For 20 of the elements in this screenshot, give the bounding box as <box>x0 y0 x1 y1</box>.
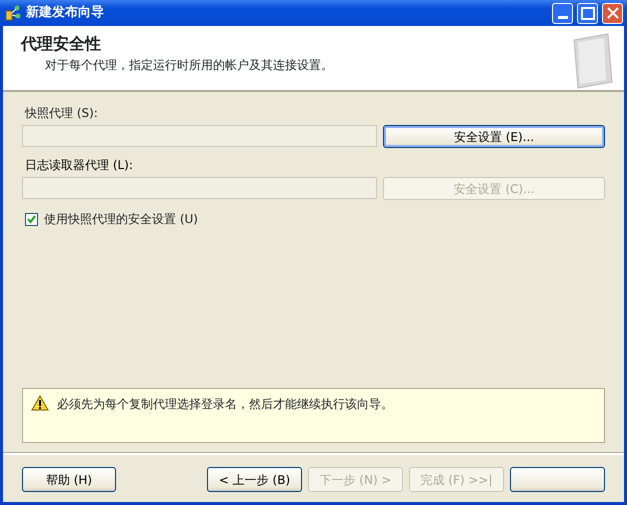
dialog-button[interactable]: 帮助 (H) <box>22 467 116 492</box>
message-text: 必须先为每个复制代理选择登录名，然后才能继续执行该向导。 <box>57 396 393 413</box>
field-label: 快照代理 (S): <box>25 105 99 122</box>
dialog-button[interactable]: < 上一步 (B) <box>207 467 302 492</box>
maximize-button[interactable] <box>577 2 598 24</box>
close-button[interactable] <box>602 2 623 24</box>
checkbox-label: 使用快照代理的安全设置 (U) <box>44 211 198 228</box>
warning-icon <box>31 395 49 411</box>
minimize-icon <box>558 16 568 18</box>
page-title: 代理安全性 <box>21 33 102 55</box>
page-subtitle: 对于每个代理，指定运行时所用的帐户及其连接设置。 <box>44 57 334 74</box>
minimize-button[interactable] <box>552 2 573 24</box>
maximize-icon <box>580 6 594 20</box>
security-settings-button[interactable]: 安全设置 (E)... <box>383 125 605 148</box>
close-icon <box>606 7 618 19</box>
app-icon <box>4 4 22 22</box>
dialog-button[interactable] <box>510 467 605 492</box>
field-label: 日志读取器代理 (L): <box>25 157 134 174</box>
checkbox[interactable] <box>25 212 38 226</box>
window-title: 新建发布向导 <box>26 4 105 22</box>
